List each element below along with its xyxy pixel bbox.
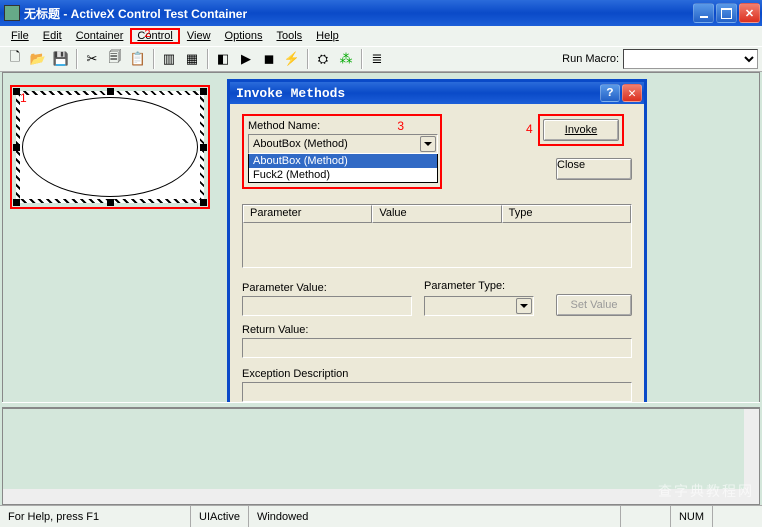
methods-icon[interactable]: ⁂ <box>335 48 357 70</box>
log-icon[interactable]: ≣ <box>366 48 388 70</box>
new-icon[interactable]: 🗋 <box>4 48 26 70</box>
exception-description-field <box>242 382 632 402</box>
menu-edit[interactable]: Edit <box>36 28 69 44</box>
deactivate-icon[interactable]: ◼ <box>258 48 280 70</box>
dialog-close-action-button[interactable]: Close <box>556 158 632 180</box>
status-bar: For Help, press F1 UIActive Windowed NUM <box>0 505 762 527</box>
open-icon[interactable]: 📂 <box>27 48 49 70</box>
col-parameter[interactable]: Parameter <box>243 205 372 223</box>
component-icon[interactable]: ▥ <box>158 48 180 70</box>
app-icon <box>4 5 20 21</box>
chevron-down-icon[interactable] <box>420 136 436 152</box>
menu-control[interactable]: 2 Control <box>130 28 179 44</box>
resize-handle[interactable] <box>13 144 20 151</box>
separator <box>76 49 78 69</box>
return-value-label: Return Value: <box>242 324 632 336</box>
main-titlebar: 无标题 - ActiveX Control Test Container <box>0 0 762 26</box>
annotation-4: 4 <box>526 122 533 136</box>
resize-handle[interactable] <box>107 199 114 206</box>
col-value[interactable]: Value <box>372 205 501 223</box>
menu-options[interactable]: Options <box>218 28 270 44</box>
dialog-titlebar[interactable]: Invoke Methods ? ✕ <box>230 82 644 104</box>
resize-handle[interactable] <box>200 144 207 151</box>
set-value-button[interactable]: Set Value <box>556 294 632 316</box>
status-help: For Help, press F1 <box>0 506 190 527</box>
dialog-help-button[interactable]: ? <box>600 84 620 102</box>
resize-handle[interactable] <box>200 88 207 95</box>
parameter-type-combo[interactable] <box>424 296 534 316</box>
method-option[interactable]: AboutBox (Method) <box>249 154 437 168</box>
method-name-label: Method Name: <box>248 120 436 132</box>
col-type[interactable]: Type <box>502 205 631 223</box>
dialog-close-button[interactable]: ✕ <box>622 84 642 102</box>
window-title: 无标题 - ActiveX Control Test Container <box>24 5 693 22</box>
menu-file[interactable]: File <box>4 28 36 44</box>
minimize-button[interactable] <box>693 3 714 23</box>
chevron-down-icon[interactable] <box>516 298 532 314</box>
menu-tools[interactable]: Tools <box>269 28 309 44</box>
scrollbar-horizontal[interactable] <box>3 489 744 504</box>
status-num: NUM <box>670 506 712 527</box>
control-canvas[interactable]: 1 <box>10 85 210 209</box>
maximize-button[interactable] <box>716 3 737 23</box>
method-name-value: AboutBox (Method) <box>253 138 348 150</box>
activate-icon[interactable]: ▶ <box>235 48 257 70</box>
resize-handle[interactable] <box>200 199 207 206</box>
parameter-type-label: Parameter Type: <box>424 280 534 292</box>
method-name-combo[interactable]: AboutBox (Method) <box>248 134 438 154</box>
copy-icon[interactable]: 🗐 <box>104 48 126 70</box>
close-button[interactable] <box>739 3 760 23</box>
method-dropdown[interactable]: AboutBox (Method) Fuck2 (Method) <box>248 153 438 183</box>
menu-bar: File Edit Container 2 Control View Optio… <box>0 26 762 46</box>
resize-handle[interactable] <box>13 88 20 95</box>
properties-icon[interactable]: ⛭ <box>312 48 334 70</box>
separator <box>307 49 309 69</box>
menu-help[interactable]: Help <box>309 28 346 44</box>
menu-view[interactable]: View <box>180 28 218 44</box>
resize-handle[interactable] <box>13 199 20 206</box>
status-windowed: Windowed <box>248 506 316 527</box>
run-macro-combo[interactable] <box>623 49 758 69</box>
parameter-value-input[interactable] <box>242 296 412 316</box>
annotation-1: 1 <box>20 91 27 105</box>
design-icon[interactable]: ◧ <box>212 48 234 70</box>
toolbar: 🗋 📂 💾 ✂ 🗐 📋 ▥ ▦ ◧ ▶ ◼ ⚡ ⛭ ⁂ ≣ Run Macro: <box>0 46 762 72</box>
method-option[interactable]: Fuck2 (Method) <box>249 168 437 182</box>
separator <box>153 49 155 69</box>
annotation-3: 3 <box>397 119 404 133</box>
paste-icon[interactable]: 📋 <box>127 48 149 70</box>
separator <box>207 49 209 69</box>
menu-container[interactable]: Container <box>69 28 131 44</box>
output-pane <box>2 408 760 505</box>
events-icon[interactable]: ⚡ <box>281 48 303 70</box>
save-icon[interactable]: 💾 <box>50 48 72 70</box>
annotation-2: 2 <box>144 28 150 40</box>
separator <box>361 49 363 69</box>
parameter-value-label: Parameter Value: <box>242 282 412 294</box>
ellipse-shape[interactable] <box>22 97 198 197</box>
resize-handle[interactable] <box>107 88 114 95</box>
dialog-title: Invoke Methods <box>236 86 345 101</box>
exception-description-label: Exception Description <box>242 368 632 380</box>
cut-icon[interactable]: ✂ <box>81 48 103 70</box>
return-value-field <box>242 338 632 358</box>
scrollbar-vertical[interactable] <box>744 409 759 504</box>
grid-icon[interactable]: ▦ <box>181 48 203 70</box>
parameter-list[interactable]: Parameter Value Type <box>242 204 632 268</box>
run-macro-label: Run Macro: <box>562 53 619 65</box>
status-mode: UIActive <box>190 506 248 527</box>
invoke-button[interactable]: Invoke <box>543 119 619 141</box>
